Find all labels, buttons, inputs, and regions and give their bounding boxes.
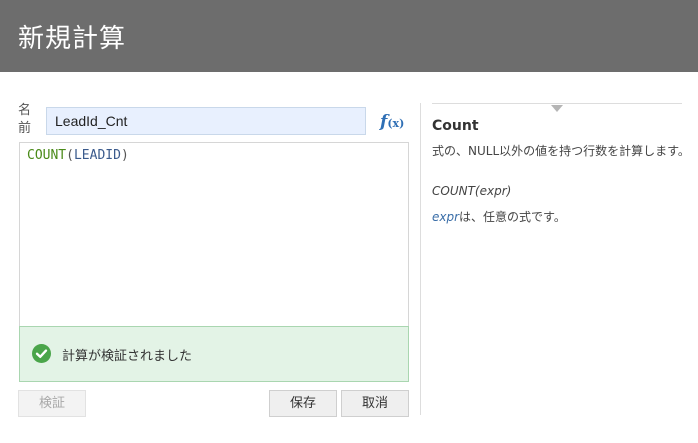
name-label: 名前 [18,103,32,136]
expr-token-column: LEADID [73,148,121,163]
help-argument-text: は、任意の式です。 [459,210,566,224]
help-panel-rule [432,103,682,104]
expression-editor[interactable]: COUNT(LEADID) [19,142,409,328]
help-argument-name: expr [432,210,460,224]
function-icon-suffix: (x) [387,117,405,130]
help-argument-description: exprは、任意の式です。 [432,208,566,225]
dialog-title: 新規計算 [18,24,127,54]
expr-token-open-paren: ( [66,148,74,163]
validate-button[interactable]: 検証 [18,390,86,417]
validation-status-banner: 計算が検証されました [19,326,409,382]
help-function-title: Count [432,118,479,134]
expr-token-function: COUNT [27,148,67,163]
collapse-caret-icon[interactable] [551,105,563,112]
validation-status-text: 計算が検証されました [62,349,193,364]
function-picker-button[interactable]: f(x) [380,112,410,134]
help-function-description: 式の、NULL以外の値を持つ行数を計算します。 [432,144,690,158]
check-circle-icon [32,344,51,363]
dialog-header: 新規計算 [0,0,698,72]
expr-token-close-paren: ) [120,148,129,163]
panel-divider [420,103,421,415]
name-input[interactable] [46,107,366,135]
help-function-syntax: COUNT(expr) [432,184,512,198]
cancel-button[interactable]: 取消 [341,390,409,417]
save-button[interactable]: 保存 [269,390,337,417]
